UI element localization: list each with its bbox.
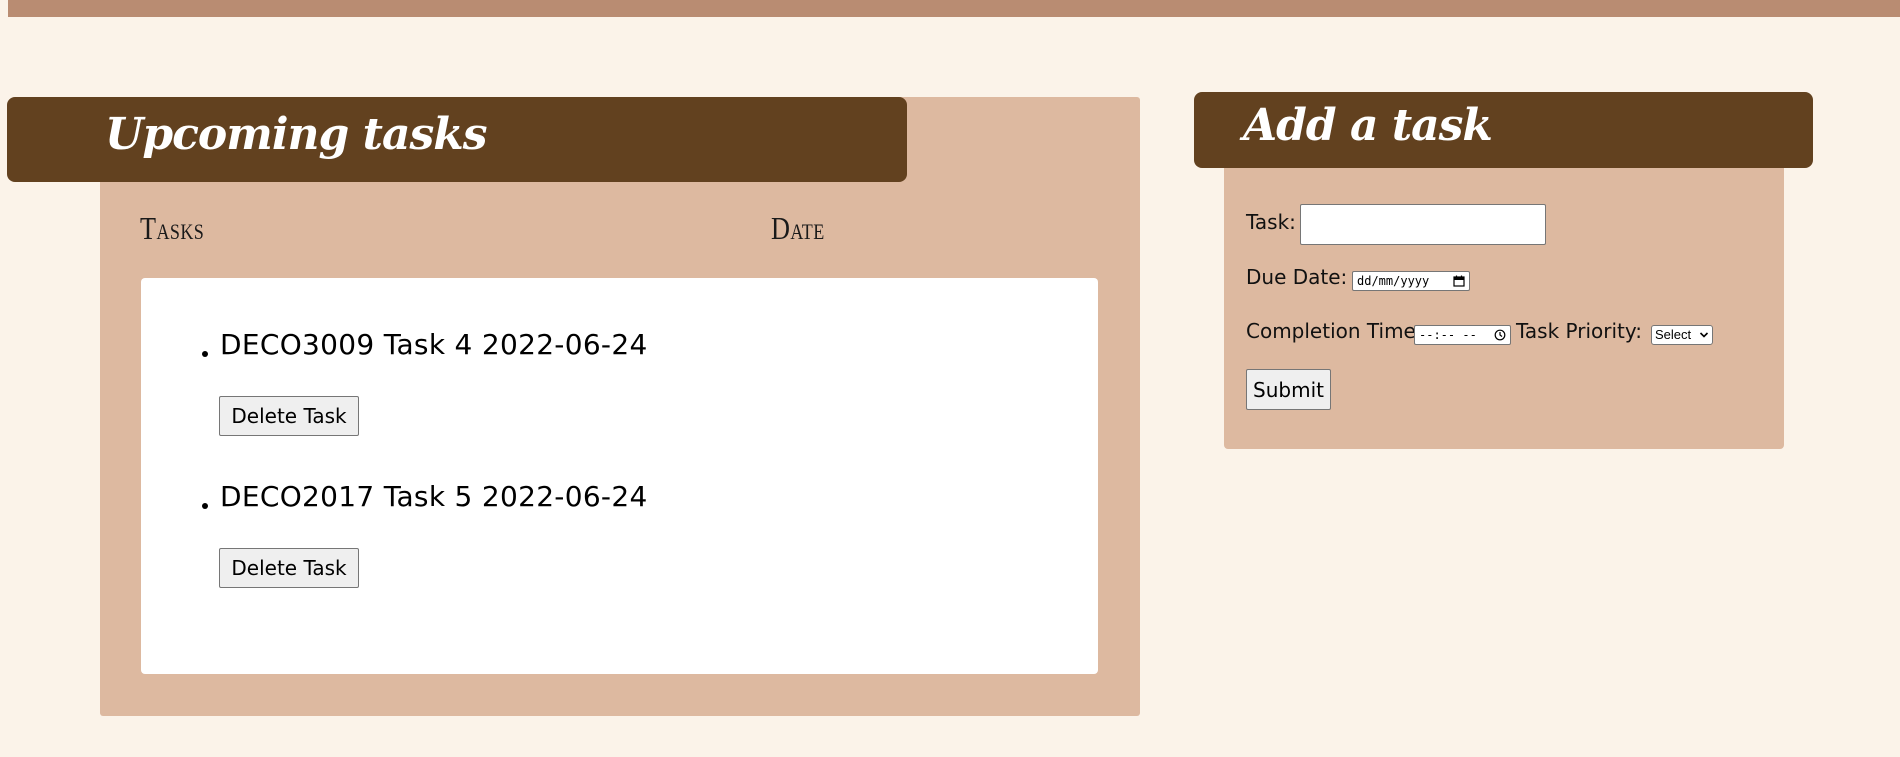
column-header-tasks: Tasks bbox=[140, 210, 205, 246]
calendar-icon[interactable] bbox=[1453, 275, 1465, 287]
task-text: DECO2017 Task 5 2022-06-24 bbox=[220, 480, 648, 513]
upcoming-tasks-header: Upcoming tasks bbox=[7, 97, 907, 182]
bullet-icon bbox=[202, 503, 208, 509]
completion-time-placeholder: --:-- -- bbox=[1419, 328, 1477, 342]
submit-button[interactable]: Submit bbox=[1246, 369, 1331, 410]
task-priority-selected: Select bbox=[1655, 327, 1692, 342]
task-priority-label: Task Priority: bbox=[1516, 319, 1642, 343]
delete-task-button[interactable]: Delete Task bbox=[219, 548, 359, 588]
task-label: Task: bbox=[1246, 210, 1296, 234]
clock-icon[interactable] bbox=[1494, 329, 1506, 341]
bullet-icon bbox=[202, 351, 208, 357]
due-date-label: Due Date: bbox=[1246, 265, 1348, 289]
task-input[interactable] bbox=[1300, 204, 1546, 245]
task-list: DECO3009 Task 4 2022-06-24 Delete Task D… bbox=[141, 278, 1098, 674]
upcoming-tasks-title: Upcoming tasks bbox=[105, 109, 487, 160]
chevron-down-icon bbox=[1699, 332, 1709, 338]
task-text: DECO3009 Task 4 2022-06-24 bbox=[220, 328, 648, 361]
add-task-header: Add a task bbox=[1194, 92, 1813, 168]
due-date-placeholder: dd/mm/yyyy bbox=[1357, 274, 1430, 288]
due-date-input[interactable]: dd/mm/yyyy bbox=[1352, 271, 1470, 291]
add-task-title: Add a task bbox=[1243, 100, 1493, 151]
task-priority-select[interactable]: Select bbox=[1651, 325, 1713, 345]
completion-time-label: Completion Time: bbox=[1246, 319, 1423, 343]
delete-task-button[interactable]: Delete Task bbox=[219, 396, 359, 436]
top-bar bbox=[8, 0, 1900, 17]
column-header-date: Date bbox=[771, 210, 825, 246]
completion-time-input[interactable]: --:-- -- bbox=[1414, 325, 1511, 345]
